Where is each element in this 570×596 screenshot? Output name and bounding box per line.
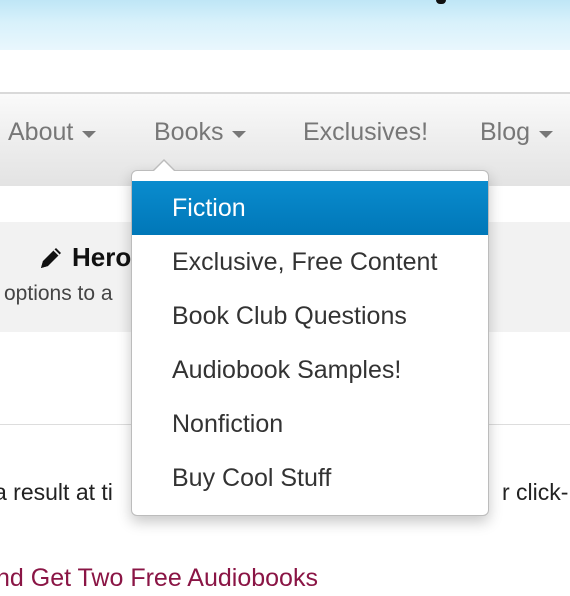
nav-item-exclusives[interactable]: Exclusives! — [303, 118, 428, 147]
dropdown-list: Fiction Exclusive, Free Content Book Clu… — [132, 171, 488, 505]
menu-item-audiobook-samples[interactable]: Audiobook Samples! — [132, 343, 488, 397]
hero-title-text: Hero — [72, 242, 132, 272]
chevron-down-icon — [539, 130, 554, 138]
books-dropdown-menu: Fiction Exclusive, Free Content Book Clu… — [131, 170, 489, 516]
nav-item-label: Books — [154, 118, 224, 146]
menu-item-nonfiction[interactable]: Nonfiction — [132, 397, 488, 451]
dropdown-pointer-fill — [154, 161, 174, 171]
banner-artwork — [436, 0, 446, 4]
free-audiobooks-link[interactable]: nd Get Two Free Audiobooks — [0, 564, 318, 593]
nav-item-about[interactable]: About — [8, 118, 97, 147]
nav-item-blog[interactable]: Blog — [480, 118, 554, 147]
chevron-down-icon — [82, 130, 97, 138]
body-text-right: r click- — [502, 479, 569, 505]
page: About Books Exclusives! Blog Hero option… — [0, 0, 570, 596]
nav-item-label: About — [8, 118, 74, 146]
menu-item-buy-cool-stuff[interactable]: Buy Cool Stuff — [132, 451, 488, 505]
menu-item-book-club-questions[interactable]: Book Club Questions — [132, 289, 488, 343]
nav-item-label: Exclusives! — [303, 118, 429, 146]
pencil-icon — [41, 247, 61, 268]
header-banner — [0, 0, 570, 50]
body-text-left: a result at ti — [0, 479, 113, 505]
menu-item-exclusive-free-content[interactable]: Exclusive, Free Content — [132, 235, 488, 289]
hero-subtitle: options to a — [4, 282, 113, 305]
menu-item-fiction[interactable]: Fiction — [132, 181, 488, 235]
nav-item-label: Blog — [480, 118, 531, 146]
hero-heading: Hero — [38, 242, 131, 273]
chevron-down-icon — [232, 130, 247, 138]
nav-item-books[interactable]: Books — [154, 118, 247, 147]
